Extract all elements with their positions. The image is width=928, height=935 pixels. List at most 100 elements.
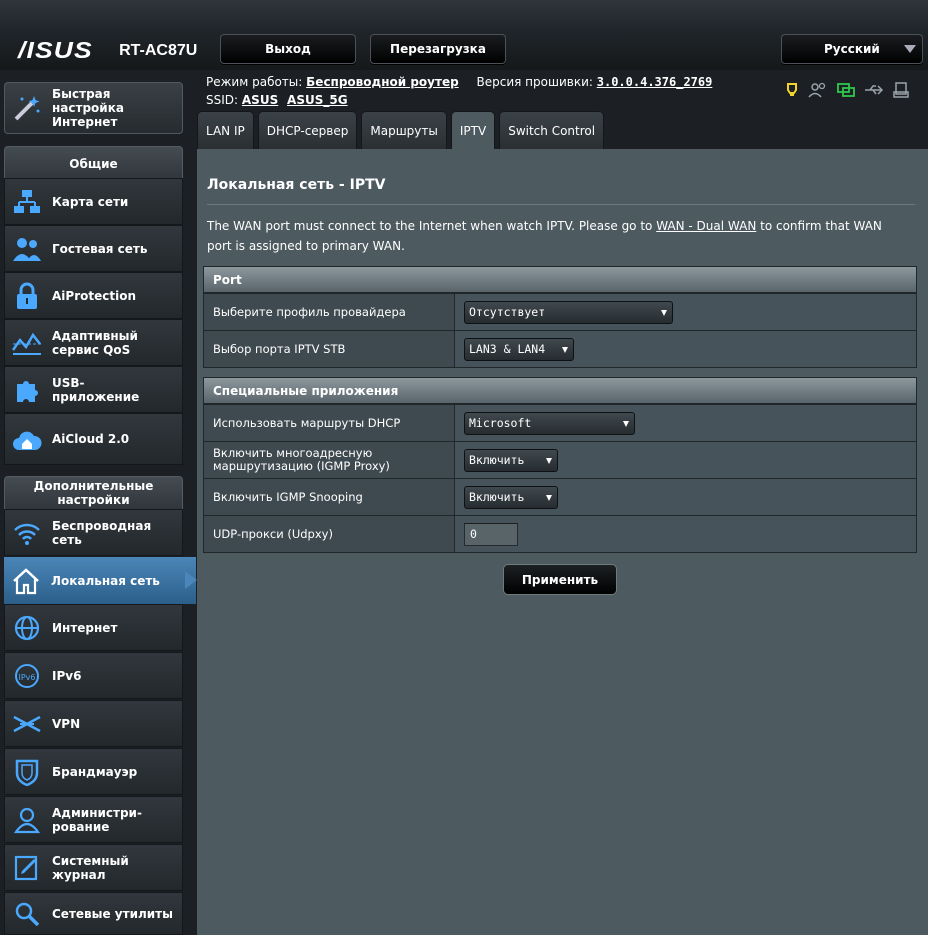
iptv-note: The WAN port must connect to the Interne…: [207, 216, 907, 256]
sidebar-item-label: Карта сети: [52, 194, 129, 209]
wan-status-icon[interactable]: [837, 82, 855, 98]
tab-routes[interactable]: Маршруты: [361, 111, 447, 149]
apply-button[interactable]: Применить: [503, 564, 617, 595]
sidebar-item-label: Гостевая сеть: [52, 241, 148, 256]
brand: /ISUS RT-AC87U: [18, 37, 197, 64]
sidebar-item-label: Адаптивный сервис QoS: [52, 328, 138, 357]
igmp-snooping-value: Включить: [469, 490, 525, 504]
sidebar-item-system-log[interactable]: Системный журнал: [4, 844, 183, 891]
sidebar-item-ipv6[interactable]: IPv6 IPv6: [4, 652, 183, 699]
title-divider: [207, 204, 915, 205]
sidebar-item-label: IPv6: [52, 668, 82, 683]
tab-lan-ip[interactable]: LAN IP: [197, 111, 254, 149]
ipv6-icon: IPv6: [10, 659, 44, 693]
sidebar-item-network-map[interactable]: Карта сети: [4, 178, 183, 225]
sidebar-item-usb-application[interactable]: USB-приложение: [4, 366, 183, 413]
note-text-pre: The WAN port must connect to the Interne…: [207, 219, 657, 233]
qos-icon: [10, 326, 44, 360]
sidebar-item-firewall[interactable]: Брандмауэр: [4, 748, 183, 795]
sidebar-item-label: USB-приложение: [52, 375, 140, 404]
port-table-header: Port: [204, 267, 916, 293]
language-value: Русский: [824, 42, 880, 56]
dhcp-routes-value: Microsoft: [469, 416, 532, 430]
special-apps-table: Специальные приложения Использовать марш…: [203, 377, 917, 553]
section-general: Общие: [4, 146, 183, 180]
vpn-icon: [10, 707, 44, 741]
dhcp-routes-select[interactable]: Microsoft: [464, 411, 635, 435]
iptv-stb-port-select[interactable]: LAN3 & LAN4: [464, 337, 574, 361]
ssid-link-2[interactable]: ASUS_5G: [287, 93, 348, 107]
table-row: Выбор порта IPTV STB LAN3 & LAN4: [204, 330, 916, 367]
magic-wand-icon: [10, 91, 44, 125]
table-row: Включить многоадресную маршрутизацию (IG…: [204, 441, 916, 478]
isp-profile-value: Отсутствует: [469, 305, 546, 319]
dropdown-arrow-icon: [546, 457, 552, 464]
tab-dhcp-server[interactable]: DHCP-сервер: [257, 111, 358, 149]
section-advanced: Дополнительные настройки: [4, 476, 183, 510]
svg-text:IPv6: IPv6: [18, 673, 35, 682]
firmware-label: Версия прошивки:: [476, 75, 593, 89]
udpxy-input[interactable]: 0: [464, 522, 518, 546]
tab-switch-control[interactable]: Switch Control: [499, 111, 605, 149]
dropdown-arrow-icon: [623, 420, 629, 427]
quick-setup-button[interactable]: Быстрая настройка Интернет: [4, 82, 183, 134]
language-select[interactable]: Русский: [781, 34, 923, 64]
logout-button[interactable]: Выход: [220, 34, 356, 64]
reboot-button[interactable]: Перезагрузка: [370, 34, 506, 64]
network-map-icon: [10, 185, 44, 219]
isp-profile-select[interactable]: Отсутствует: [464, 300, 673, 324]
sidebar-item-label: Брандмауэр: [52, 764, 138, 779]
dual-wan-link[interactable]: WAN - Dual WAN: [656, 219, 756, 233]
tab-bar: LAN IP DHCP-сервер Маршруты IPTV Switch …: [197, 111, 605, 149]
lock-icon: [10, 279, 44, 313]
igmp-snooping-label: Включить IGMP Snooping: [204, 479, 454, 515]
isp-profile-label: Выберите профиль провайдера: [204, 294, 454, 330]
igmp-proxy-select[interactable]: Включить: [464, 448, 558, 472]
sidebar-item-wireless[interactable]: Беспроводная сеть: [4, 509, 183, 556]
igmp-proxy-value: Включить: [469, 453, 525, 467]
sidebar-item-label: VPN: [52, 716, 81, 731]
sidebar-item-aiprotection[interactable]: AiProtection: [4, 272, 183, 319]
chevron-down-icon: [904, 45, 916, 53]
puzzle-icon: [10, 373, 44, 407]
sidebar-item-label: Администри-рование: [52, 805, 142, 834]
sidebar-item-network-tools[interactable]: Сетевые утилиты: [4, 892, 183, 935]
tab-iptv[interactable]: IPTV: [450, 111, 496, 149]
status-info: Режим работы: Беспроводной роутер Версия…: [206, 73, 712, 109]
table-row: Выберите профиль провайдера Отсутствует: [204, 293, 916, 330]
status-icons: [785, 82, 909, 98]
sidebar-item-lan[interactable]: Локальная сеть: [4, 557, 197, 604]
sidebar-item-vpn[interactable]: VPN: [4, 700, 183, 747]
sidebar-item-label: Системный журнал: [52, 853, 129, 882]
igmp-snooping-select[interactable]: Включить: [464, 485, 558, 509]
dropdown-arrow-icon: [661, 309, 667, 316]
page-title: Локальная сеть - IPTV: [207, 177, 386, 193]
firmware-link[interactable]: 3.0.0.4.376_2769: [597, 75, 713, 89]
port-table: Port Выберите профиль провайдера Отсутст…: [203, 266, 917, 368]
globe-icon: [10, 611, 44, 645]
mode-label: Режим работы:: [206, 75, 303, 89]
table-row: Использовать маршруты DHCP Microsoft: [204, 404, 916, 441]
iptv-stb-port-label: Выбор порта IPTV STB: [204, 331, 454, 367]
sidebar-item-qos[interactable]: Адаптивный сервис QoS: [4, 319, 183, 366]
router-model: RT-AC87U: [119, 41, 198, 59]
printer-icon[interactable]: [893, 82, 909, 98]
mode-link[interactable]: Беспроводной роутер: [306, 75, 459, 89]
igmp-proxy-label: Включить многоадресную маршрутизацию (IG…: [204, 442, 454, 478]
usb-icon[interactable]: [864, 82, 884, 98]
sidebar-item-internet[interactable]: Интернет: [4, 604, 183, 651]
sidebar: Быстрая настройка Интернет Общие Карта с…: [0, 78, 197, 935]
asus-logo: /ISUS: [18, 37, 93, 63]
dropdown-arrow-icon: [546, 494, 552, 501]
sidebar-item-aicloud[interactable]: AiCloud 2.0: [4, 413, 183, 465]
quick-setup-label: Быстрая настройка Интернет: [52, 87, 124, 129]
clients-icon[interactable]: [808, 82, 828, 98]
table-row: UDP-прокси (Udpxy) 0: [204, 515, 916, 552]
sidebar-item-guest-network[interactable]: Гостевая сеть: [4, 225, 183, 272]
bulb-icon[interactable]: [785, 82, 799, 98]
home-icon: [9, 564, 43, 598]
dropdown-arrow-icon: [562, 346, 568, 353]
ssid-link-1[interactable]: ASUS: [242, 93, 278, 107]
wifi-icon: [10, 516, 44, 550]
sidebar-item-administration[interactable]: Администри-рование: [4, 796, 183, 843]
